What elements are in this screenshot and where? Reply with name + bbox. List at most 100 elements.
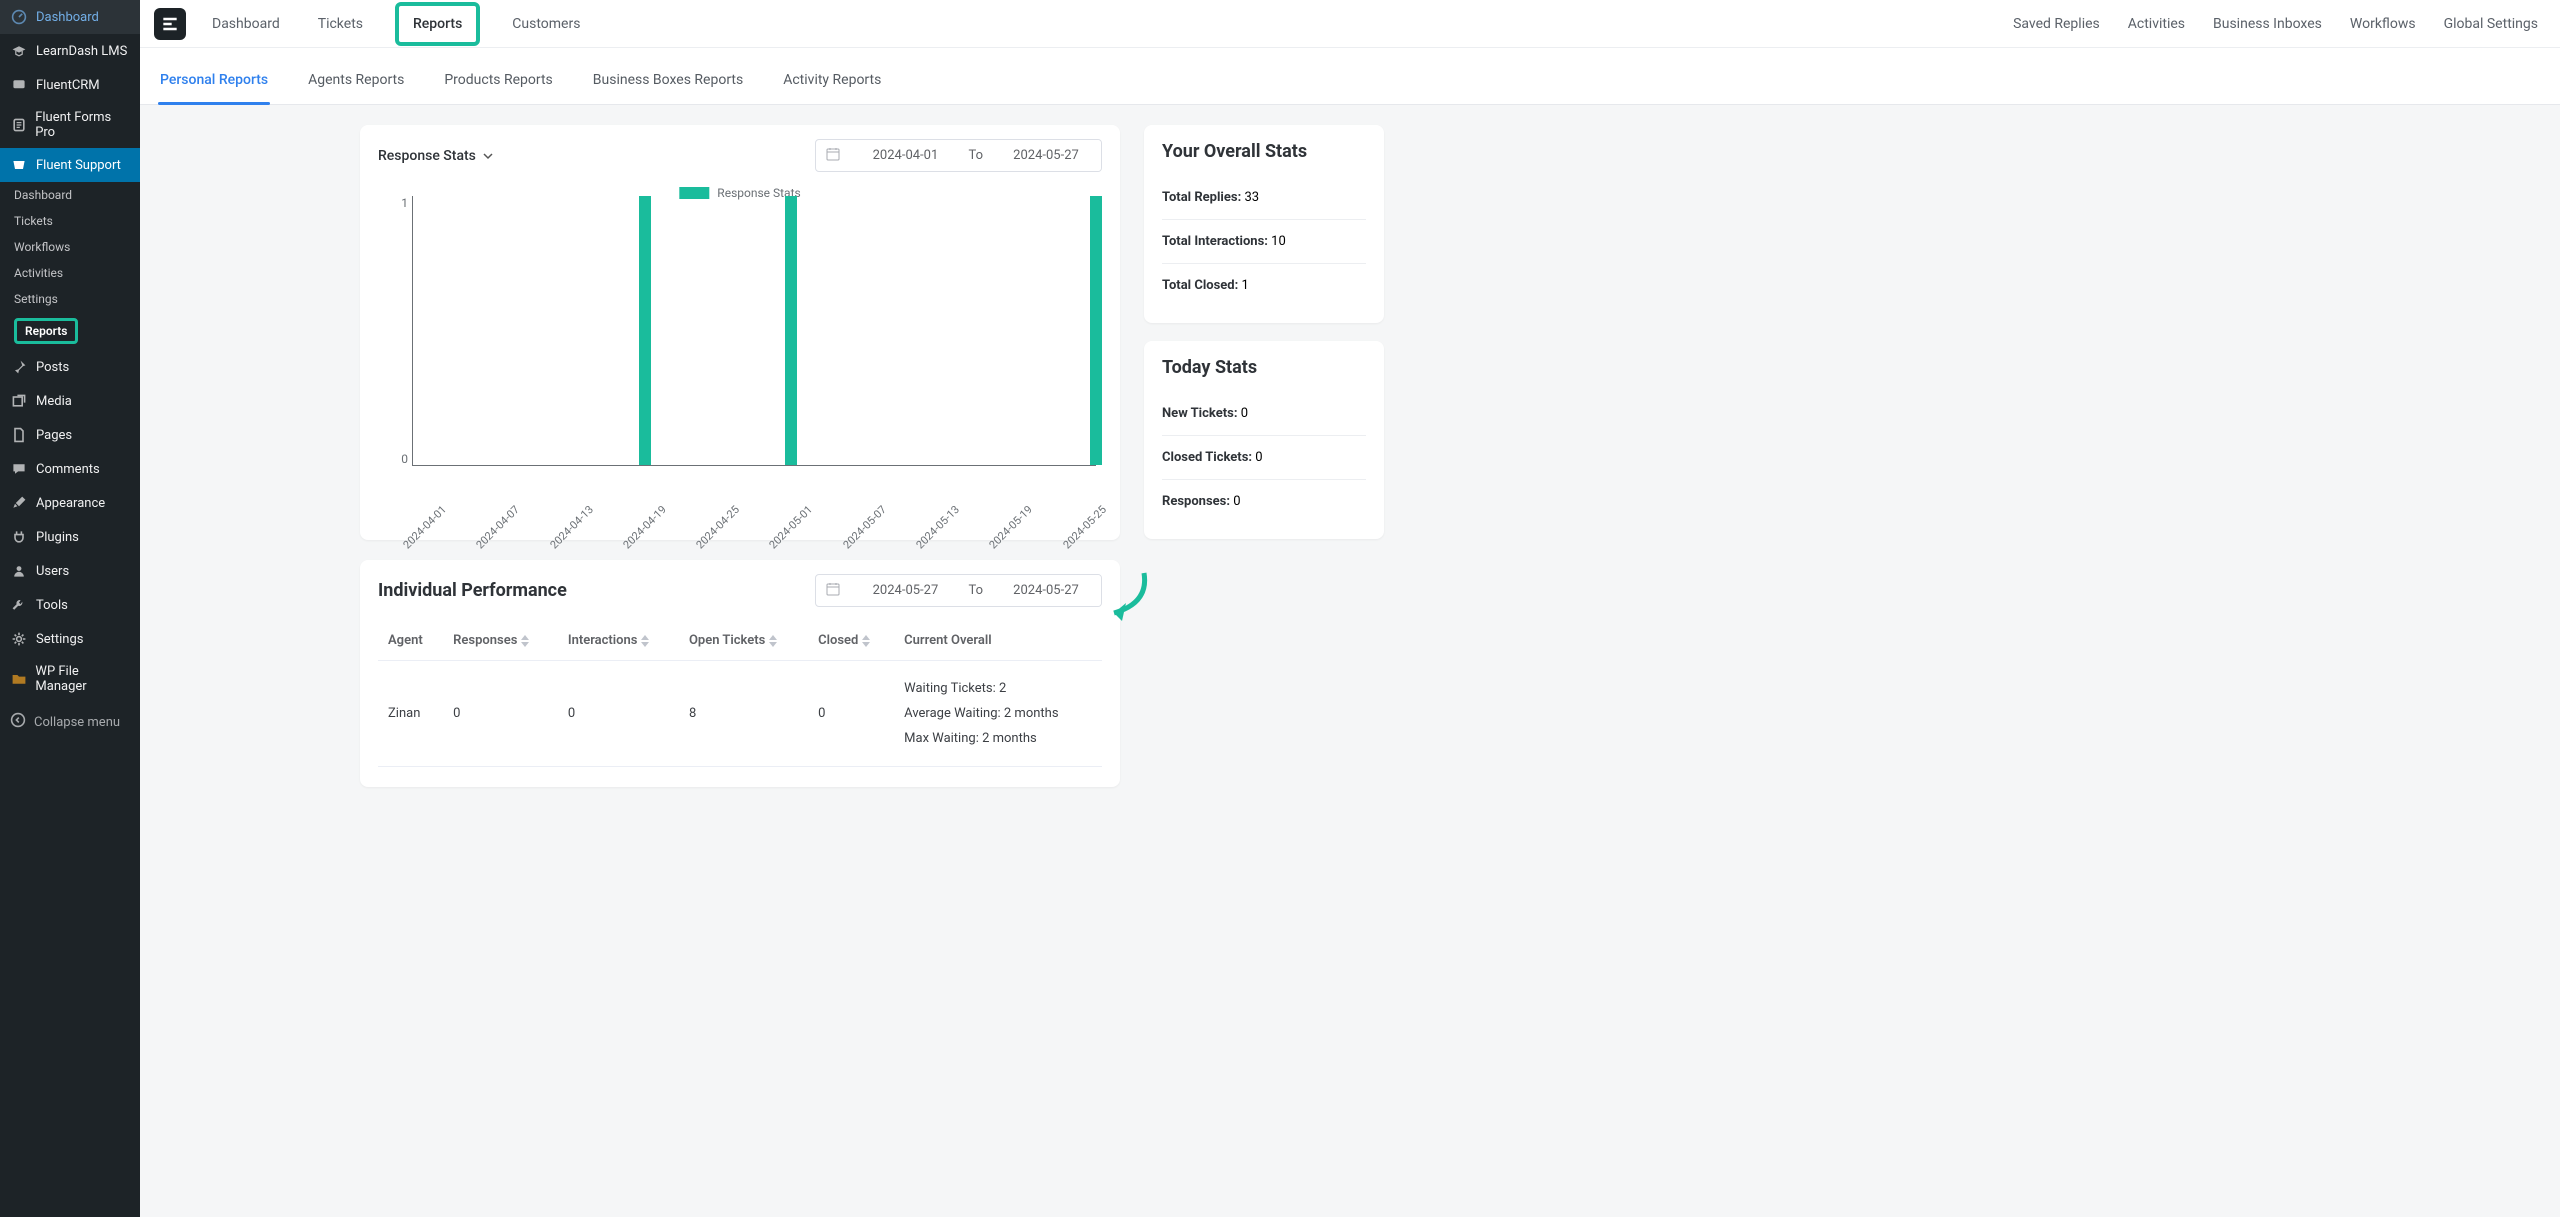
sidebar-label: Tools bbox=[36, 598, 68, 613]
col-current-overall[interactable]: Current Overall bbox=[894, 621, 1102, 661]
sidebar-label: Dashboard bbox=[36, 10, 99, 25]
calendar-icon bbox=[816, 576, 850, 606]
page-icon bbox=[10, 426, 28, 444]
col-interactions[interactable]: Interactions bbox=[558, 621, 679, 661]
sidebar-sub-tickets[interactable]: Tickets bbox=[0, 208, 140, 234]
cell-open: 8 bbox=[679, 661, 808, 767]
sidebar-sub-workflows[interactable]: Workflows bbox=[0, 234, 140, 260]
sidebar-item-appearance[interactable]: Appearance bbox=[0, 486, 140, 520]
chevron-down-icon bbox=[482, 150, 494, 162]
sidebar-item-learndash[interactable]: LearnDash LMS bbox=[0, 34, 140, 68]
sidebar-label: LearnDash LMS bbox=[36, 44, 127, 59]
perf-to-label: To bbox=[960, 583, 991, 598]
x-tick: 2024-05-13 bbox=[913, 503, 961, 551]
perf-date-from[interactable] bbox=[850, 575, 960, 606]
sidebar-label: Users bbox=[36, 564, 69, 579]
app-logo[interactable] bbox=[154, 8, 186, 40]
sort-icon bbox=[641, 635, 649, 647]
sidebar-item-comments[interactable]: Comments bbox=[0, 452, 140, 486]
sidebar-label: Plugins bbox=[36, 530, 79, 545]
chart-date-range[interactable]: To bbox=[815, 139, 1102, 172]
sort-icon bbox=[769, 635, 777, 647]
sidebar-item-pages[interactable]: Pages bbox=[0, 418, 140, 452]
col-open-tickets[interactable]: Open Tickets bbox=[679, 621, 808, 661]
gear-icon bbox=[10, 630, 28, 648]
top-tab-reports[interactable]: Reports bbox=[395, 2, 480, 46]
sidebar-label: Comments bbox=[36, 462, 100, 477]
sidebar-item-plugins[interactable]: Plugins bbox=[0, 520, 140, 554]
cell-overall: Waiting Tickets: 2 Average Waiting: 2 mo… bbox=[894, 661, 1102, 767]
top-tab-customers[interactable]: Customers bbox=[506, 12, 586, 36]
link-business-inboxes[interactable]: Business Inboxes bbox=[2213, 16, 2322, 32]
y-axis: 1 0 bbox=[378, 196, 408, 466]
sidebar-item-posts[interactable]: Posts bbox=[0, 350, 140, 384]
x-tick: 2024-05-19 bbox=[987, 503, 1035, 551]
report-subtabs: Personal Reports Agents Reports Products… bbox=[140, 48, 2560, 105]
link-workflows[interactable]: Workflows bbox=[2350, 16, 2416, 32]
sidebar-label: Fluent Support bbox=[36, 158, 121, 173]
overall-max: Max Waiting: 2 months bbox=[904, 731, 1092, 746]
sidebar-sub-settings[interactable]: Settings bbox=[0, 286, 140, 312]
subtab-activity[interactable]: Activity Reports bbox=[781, 60, 883, 104]
sidebar-item-settings[interactable]: Settings bbox=[0, 622, 140, 656]
date-from-input[interactable] bbox=[850, 140, 960, 171]
plug-icon bbox=[10, 528, 28, 546]
subtab-business-boxes[interactable]: Business Boxes Reports bbox=[591, 60, 745, 104]
perf-date-range[interactable]: To bbox=[815, 574, 1102, 607]
sidebar-label: Pages bbox=[36, 428, 72, 443]
table-header-row: Agent Responses Interactions Open Ticket… bbox=[378, 621, 1102, 661]
sidebar-item-fluentcrm[interactable]: FluentCRM bbox=[0, 68, 140, 102]
x-tick: 2024-05-01 bbox=[767, 503, 815, 551]
date-to-input[interactable] bbox=[991, 140, 1101, 171]
chart-card: Response Stats To Respo bbox=[360, 125, 1120, 540]
sidebar-sub-activities[interactable]: Activities bbox=[0, 260, 140, 286]
collapse-menu[interactable]: Collapse menu bbox=[0, 704, 140, 740]
subtab-products[interactable]: Products Reports bbox=[442, 60, 554, 104]
x-tick: 2024-04-19 bbox=[620, 503, 668, 551]
support-icon bbox=[10, 156, 28, 174]
sidebar-item-fluentforms[interactable]: Fluent Forms Pro bbox=[0, 102, 140, 148]
top-right-links: Saved Replies Activities Business Inboxe… bbox=[2013, 16, 2552, 32]
col-closed[interactable]: Closed bbox=[808, 621, 894, 661]
perf-title: Individual Performance bbox=[378, 580, 567, 601]
col-responses[interactable]: Responses bbox=[443, 621, 558, 661]
y-tick: 0 bbox=[401, 452, 408, 466]
sidebar-item-fluent-support[interactable]: Fluent Support bbox=[0, 148, 140, 182]
sidebar-item-users[interactable]: Users bbox=[0, 554, 140, 588]
x-tick: 2024-05-07 bbox=[840, 503, 888, 551]
link-activities[interactable]: Activities bbox=[2128, 16, 2185, 32]
perf-date-to[interactable] bbox=[991, 575, 1101, 606]
sidebar-item-wp-file-manager[interactable]: WP File Manager bbox=[0, 656, 140, 702]
collapse-label: Collapse menu bbox=[34, 715, 120, 730]
link-global-settings[interactable]: Global Settings bbox=[2444, 16, 2538, 32]
today-stats-card: Today Stats New Tickets: 0 Closed Ticket… bbox=[1144, 341, 1384, 539]
overall-waiting: Waiting Tickets: 2 bbox=[904, 681, 1092, 696]
chart-bar bbox=[639, 196, 651, 465]
chart-bar bbox=[1090, 196, 1102, 465]
sidebar-label: Posts bbox=[36, 360, 69, 375]
top-tab-tickets[interactable]: Tickets bbox=[312, 12, 369, 36]
sidebar-label: Settings bbox=[36, 632, 83, 647]
chart-bar bbox=[785, 196, 797, 465]
collapse-icon bbox=[10, 712, 26, 732]
sidebar-sub-dashboard[interactable]: Dashboard bbox=[0, 182, 140, 208]
chat-icon bbox=[10, 76, 28, 94]
top-tab-dashboard[interactable]: Dashboard bbox=[206, 12, 286, 36]
sort-icon bbox=[862, 635, 870, 647]
link-saved-replies[interactable]: Saved Replies bbox=[2013, 16, 2100, 32]
sidebar-item-dashboard[interactable]: Dashboard bbox=[0, 0, 140, 34]
calendar-icon bbox=[816, 141, 850, 171]
chart-header: Response Stats To bbox=[378, 139, 1102, 172]
col-agent[interactable]: Agent bbox=[378, 621, 443, 661]
pin-icon bbox=[10, 358, 28, 376]
media-icon bbox=[10, 392, 28, 410]
sidebar-sub-reports[interactable]: Reports bbox=[0, 312, 140, 350]
chart-dropdown-label: Response Stats bbox=[378, 148, 476, 164]
sidebar-item-tools[interactable]: Tools bbox=[0, 588, 140, 622]
chart-dropdown[interactable]: Response Stats bbox=[378, 148, 494, 164]
performance-table: Agent Responses Interactions Open Ticket… bbox=[378, 621, 1102, 767]
sidebar-item-media[interactable]: Media bbox=[0, 384, 140, 418]
subtab-agents[interactable]: Agents Reports bbox=[306, 60, 406, 104]
subtab-personal[interactable]: Personal Reports bbox=[158, 60, 270, 104]
overall-avg: Average Waiting: 2 months bbox=[904, 706, 1092, 721]
